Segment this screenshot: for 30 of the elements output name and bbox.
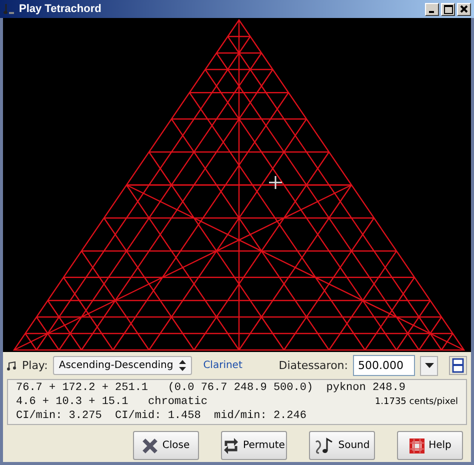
notes-icon <box>7 360 17 370</box>
swap-arrows-icon <box>223 436 240 454</box>
instrument-link[interactable]: Clarinet <box>203 360 242 371</box>
dropdown-button[interactable] <box>420 356 438 376</box>
info-line: CI/min: 3.275 CI/mid: 1.458 mid/min: 2.246 <box>16 410 308 422</box>
diatessaron-field[interactable]: 500.000 <box>353 355 415 376</box>
cross-icon <box>142 438 158 454</box>
close-icon <box>460 5 468 13</box>
play-label: Play: <box>22 359 48 372</box>
music-note-icon <box>314 436 334 454</box>
note-icon <box>3 3 15 15</box>
window-toggle-button[interactable] <box>449 356 467 375</box>
info-line: 4.6 + 10.3 + 15.1 chromatic <box>16 396 208 408</box>
window-icon <box>452 358 464 373</box>
close-button[interactable] <box>457 2 471 16</box>
window-title: Play Tetrachord <box>19 3 102 15</box>
dialog-button[interactable]: Help <box>397 431 463 460</box>
maximize-button[interactable] <box>441 2 455 16</box>
crosshair-icon <box>269 176 282 189</box>
info-line: 76.7 + 172.2 + 251.1 (0.0 76.7 248.9 500.0) pyknon 248.9 <box>16 382 406 394</box>
dialog-button[interactable]: Close <box>133 431 199 460</box>
spinner-arrows-icon <box>179 360 186 371</box>
mode-select[interactable]: Ascending-Descending <box>52 356 192 375</box>
scale-text: 1.1735 cents/pixel <box>374 397 458 407</box>
dialog-button[interactable]: Permute <box>221 431 287 460</box>
dialog-button[interactable]: Sound <box>309 431 375 460</box>
diatessaron-label: Diatessaron: <box>278 359 348 372</box>
minimize-button[interactable] <box>425 2 439 16</box>
caret-icon <box>424 363 434 368</box>
maximize-icon <box>444 4 452 14</box>
